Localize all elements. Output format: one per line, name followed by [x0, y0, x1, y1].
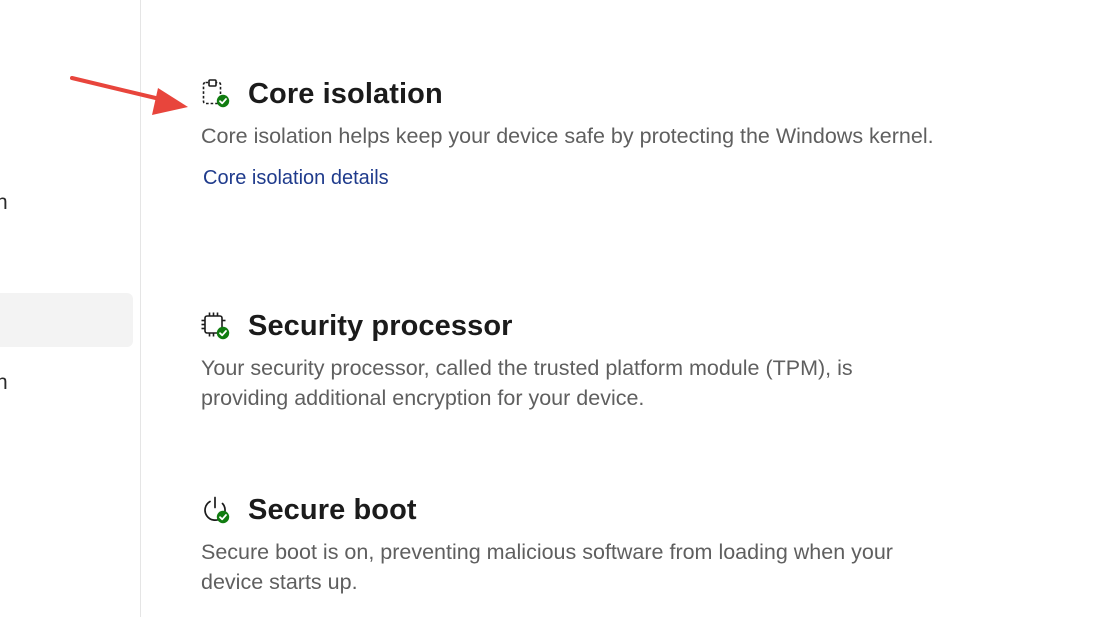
section-header: Secure boot	[201, 493, 941, 527]
section-title: Secure boot	[248, 493, 417, 526]
secure-boot-icon	[201, 495, 231, 525]
section-header: Security processor	[201, 309, 941, 343]
section-description: Core isolation helps keep your device sa…	[201, 124, 934, 148]
main-content: Core isolation Core isolation helps keep…	[141, 0, 1097, 617]
sidebar-item-partial-label[interactable]: n	[0, 372, 8, 393]
sidebar-item-selected[interactable]	[0, 293, 133, 347]
core-isolation-section: Core isolation Core isolation helps keep…	[201, 77, 941, 190]
section-title: Core isolation	[248, 77, 443, 110]
section-description: Secure boot is on, preventing malicious …	[201, 540, 893, 594]
sidebar-item-partial-label[interactable]: n	[0, 192, 8, 213]
secure-boot-section: Secure boot Secure boot is on, preventin…	[201, 493, 941, 597]
core-isolation-icon	[201, 79, 231, 109]
security-processor-icon	[201, 311, 231, 341]
section-title: Security processor	[248, 309, 513, 342]
security-processor-section: Security processor Your security process…	[201, 309, 941, 413]
core-isolation-details-link[interactable]: Core isolation details	[203, 167, 389, 190]
section-header: Core isolation	[201, 77, 941, 111]
section-description: Your security processor, called the trus…	[201, 356, 853, 410]
